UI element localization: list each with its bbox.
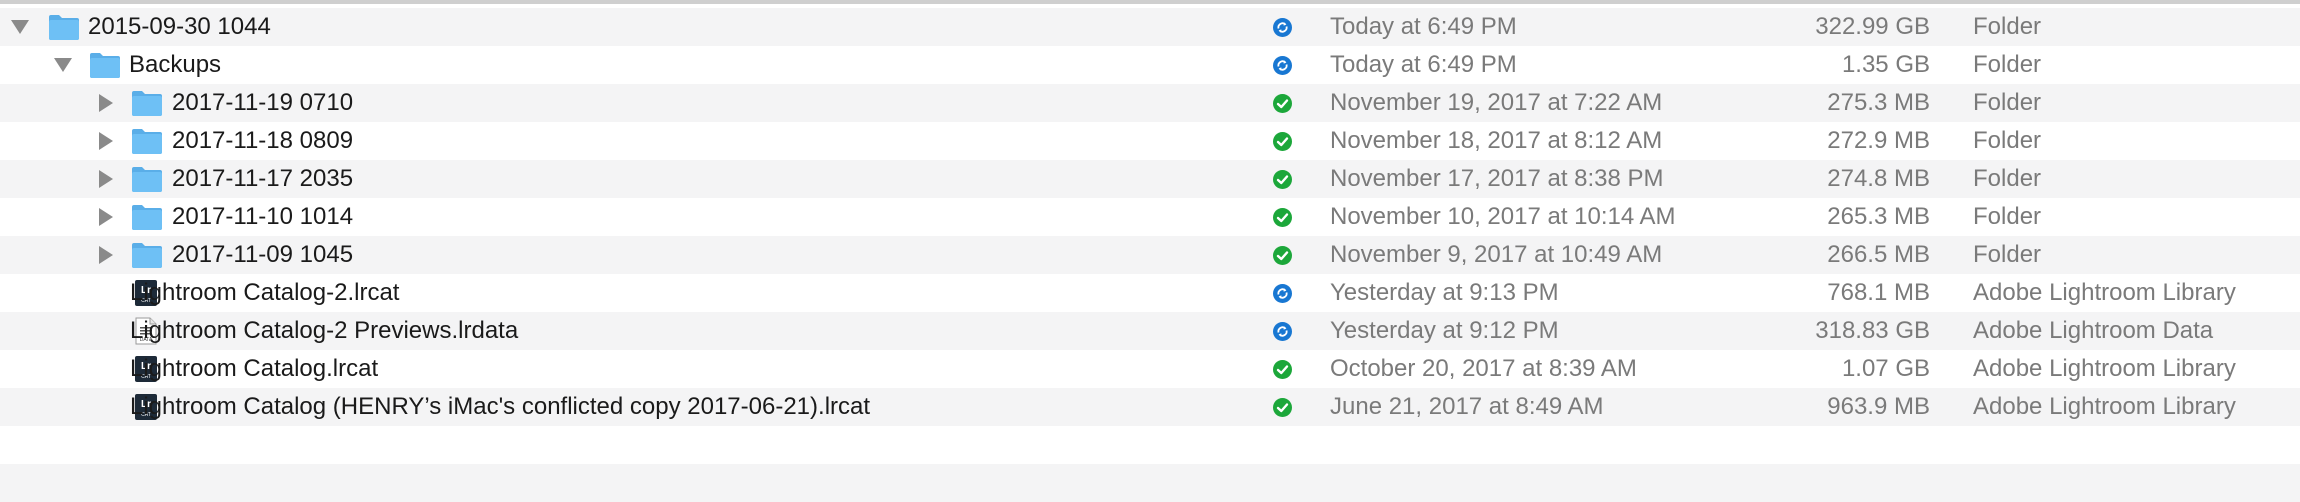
file-size: 322.99 GB bbox=[1815, 13, 1930, 40]
file-name[interactable]: Lightroom Catalog-2 Previews.lrdata bbox=[130, 312, 518, 350]
file-kind: Folder bbox=[1973, 89, 2042, 116]
table-row[interactable]: 2017-11-18 0809 November 18, 2017 at 8:12… bbox=[0, 122, 2300, 160]
file-name[interactable]: 2017-11-10 1014 bbox=[172, 198, 353, 236]
folder-icon bbox=[131, 127, 163, 155]
file-kind: Folder bbox=[1973, 13, 2042, 40]
folder-icon bbox=[131, 165, 163, 193]
date-modified: Today at 6:49 PM bbox=[1330, 13, 1517, 40]
file-name[interactable]: 2015-09-30 1044 bbox=[88, 8, 271, 46]
file-list: 2015-09-30 1044 Today at 6:49 PM 322.99 GB… bbox=[0, 8, 2300, 502]
date-modified: November 9, 2017 at 10:49 AM bbox=[1330, 241, 1663, 268]
file-size: 275.3 MB bbox=[1827, 89, 1930, 116]
disclosure-collapsed-icon[interactable] bbox=[92, 198, 120, 236]
file-name[interactable]: 2017-11-09 1045 bbox=[172, 236, 353, 274]
date-modified: Today at 6:49 PM bbox=[1330, 51, 1517, 78]
disclosure-expanded-icon[interactable] bbox=[49, 46, 77, 84]
synced-check-icon bbox=[1273, 246, 1292, 265]
file-name[interactable]: 2017-11-19 0710 bbox=[172, 84, 353, 122]
file-size: 272.9 MB bbox=[1827, 127, 1930, 154]
disclosure-collapsed-icon[interactable] bbox=[92, 236, 120, 274]
date-modified: Yesterday at 9:12 PM bbox=[1330, 317, 1559, 344]
folder-icon bbox=[131, 89, 163, 117]
date-modified: Yesterday at 9:13 PM bbox=[1330, 279, 1559, 306]
synced-check-icon bbox=[1273, 170, 1292, 189]
file-kind: Adobe Lightroom Library bbox=[1973, 393, 2236, 420]
file-kind: Folder bbox=[1973, 127, 2042, 154]
folder-icon bbox=[131, 241, 163, 269]
synced-check-icon bbox=[1273, 208, 1292, 227]
file-kind: Folder bbox=[1973, 165, 2042, 192]
file-size: 1.07 GB bbox=[1841, 355, 1930, 382]
disclosure-expanded-icon[interactable] bbox=[6, 8, 34, 46]
file-kind: Folder bbox=[1973, 51, 2042, 78]
table-row[interactable]: 2017-11-10 1014 November 10, 2017 at 10:1… bbox=[0, 198, 2300, 236]
syncing-icon bbox=[1273, 284, 1292, 303]
disclosure-collapsed-icon[interactable] bbox=[92, 122, 120, 160]
table-row[interactable]: Lr CAT Lightroom Catalog.lrcat October 20, … bbox=[0, 350, 2300, 388]
synced-check-icon bbox=[1273, 94, 1292, 113]
file-size: 318.83 GB bbox=[1815, 317, 1930, 344]
empty-row bbox=[0, 464, 2300, 502]
table-row[interactable]: 2017-11-09 1045 November 9, 2017 at 10:49… bbox=[0, 236, 2300, 274]
file-size: 265.3 MB bbox=[1827, 203, 1930, 230]
date-modified: November 18, 2017 at 8:12 AM bbox=[1330, 127, 1663, 154]
disclosure-collapsed-icon[interactable] bbox=[92, 160, 120, 198]
table-row[interactable]: 2015-09-30 1044 Today at 6:49 PM 322.99 GB… bbox=[0, 8, 2300, 46]
date-modified: November 19, 2017 at 7:22 AM bbox=[1330, 89, 1663, 116]
file-size: 768.1 MB bbox=[1827, 279, 1930, 306]
file-kind: Adobe Lightroom Library bbox=[1973, 355, 2236, 382]
folder-icon bbox=[131, 203, 163, 231]
file-name[interactable]: Backups bbox=[129, 46, 221, 84]
file-name[interactable]: 2017-11-17 2035 bbox=[172, 160, 353, 198]
file-kind: Folder bbox=[1973, 241, 2042, 268]
empty-row bbox=[0, 426, 2300, 464]
top-border bbox=[0, 0, 2300, 4]
file-name[interactable]: Lightroom Catalog-2.lrcat bbox=[130, 274, 399, 312]
table-row[interactable]: Lr CAT Lightroom Catalog (HENRY’s iMac's c… bbox=[0, 388, 2300, 426]
synced-check-icon bbox=[1273, 398, 1292, 417]
date-modified: November 17, 2017 at 8:38 PM bbox=[1330, 165, 1664, 192]
syncing-icon bbox=[1273, 56, 1292, 75]
synced-check-icon bbox=[1273, 360, 1292, 379]
table-row[interactable]: 2017-11-17 2035 November 17, 2017 at 8:38… bbox=[0, 160, 2300, 198]
file-kind: Adobe Lightroom Library bbox=[1973, 279, 2236, 306]
syncing-icon bbox=[1273, 18, 1292, 37]
table-row[interactable]: DATA Lightroom Catalog-2 Previews.lrdata Y… bbox=[0, 312, 2300, 350]
file-size: 274.8 MB bbox=[1827, 165, 1930, 192]
date-modified: June 21, 2017 at 8:49 AM bbox=[1330, 393, 1604, 420]
date-modified: October 20, 2017 at 8:39 AM bbox=[1330, 355, 1637, 382]
file-size: 963.9 MB bbox=[1827, 393, 1930, 420]
file-size: 266.5 MB bbox=[1827, 241, 1930, 268]
file-size: 1.35 GB bbox=[1841, 51, 1930, 78]
folder-icon bbox=[48, 13, 80, 41]
table-row[interactable]: 2017-11-19 0710 November 19, 2017 at 7:22… bbox=[0, 84, 2300, 122]
file-name[interactable]: 2017-11-18 0809 bbox=[172, 122, 353, 160]
table-row[interactable]: Backups Today at 6:49 PM 1.35 GB Folder bbox=[0, 46, 2300, 84]
file-name[interactable]: Lightroom Catalog.lrcat bbox=[130, 350, 378, 388]
file-kind: Folder bbox=[1973, 203, 2042, 230]
folder-icon bbox=[89, 51, 121, 79]
file-kind: Adobe Lightroom Data bbox=[1973, 317, 2214, 344]
synced-check-icon bbox=[1273, 132, 1292, 151]
table-row[interactable]: Lr CAT Lightroom Catalog-2.lrcat Yesterday … bbox=[0, 274, 2300, 312]
disclosure-collapsed-icon[interactable] bbox=[92, 84, 120, 122]
syncing-icon bbox=[1273, 322, 1292, 341]
date-modified: November 10, 2017 at 10:14 AM bbox=[1330, 203, 1676, 230]
file-name[interactable]: Lightroom Catalog (HENRY’s iMac's confli… bbox=[130, 388, 870, 426]
